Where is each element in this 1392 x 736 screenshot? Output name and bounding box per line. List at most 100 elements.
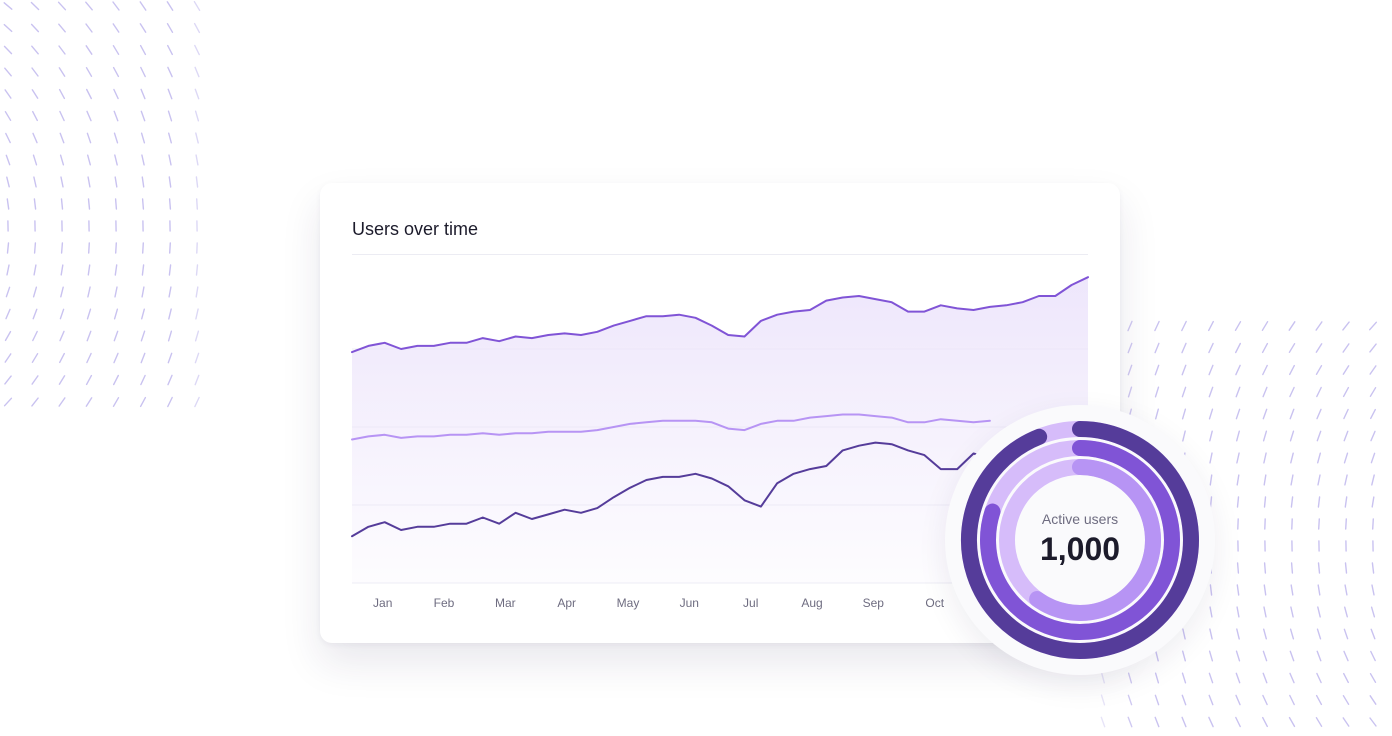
pattern-dash [1370, 452, 1376, 464]
pattern-dash [1342, 717, 1350, 727]
pattern-dash [1316, 452, 1322, 464]
pattern-dash [1316, 628, 1322, 640]
pattern-dash [1317, 518, 1321, 530]
pattern-dash [1344, 474, 1348, 486]
pattern-dash [1369, 321, 1377, 331]
pattern-dash [194, 88, 200, 100]
pattern-dash [1289, 628, 1295, 640]
pattern-dash [195, 286, 199, 298]
pattern-dash [60, 264, 64, 276]
pattern-dash [1181, 386, 1187, 398]
pattern-dash [113, 352, 119, 364]
pattern-dash [1344, 584, 1348, 596]
x-tick-label: Aug [801, 596, 822, 610]
pattern-dash [1342, 343, 1350, 353]
pattern-dash [1235, 694, 1241, 706]
pattern-dash [1262, 672, 1268, 684]
pattern-dash [1315, 343, 1323, 353]
pattern-dash [1316, 430, 1322, 442]
pattern-dash [85, 45, 93, 55]
pattern-dash [1235, 672, 1241, 684]
pattern-dash [141, 286, 145, 298]
pattern-dash [1371, 562, 1375, 574]
pattern-dash [4, 330, 12, 342]
pattern-dash [1343, 452, 1349, 464]
pattern-dash [87, 176, 91, 188]
pattern-dash [1316, 408, 1322, 420]
pattern-dash [1235, 364, 1241, 376]
pattern-dash [1343, 606, 1349, 618]
pattern-dash [86, 132, 92, 144]
pattern-dash [1344, 496, 1348, 508]
pattern-dash [1343, 650, 1349, 662]
pattern-dash [1369, 343, 1377, 353]
pattern-dash [31, 89, 39, 99]
pattern-dash [113, 308, 119, 320]
pattern-dash [1261, 716, 1269, 728]
pattern-dash [6, 264, 10, 276]
pattern-dash [1208, 694, 1214, 706]
pattern-dash [114, 154, 118, 166]
x-tick-label: Jan [373, 596, 392, 610]
pattern-dash [193, 22, 201, 34]
pattern-dash [58, 67, 66, 77]
pattern-dash [193, 1, 201, 12]
pattern-dash [140, 110, 146, 122]
pattern-dash [1181, 320, 1187, 332]
pattern-dash [1344, 562, 1348, 574]
pattern-dash [166, 23, 174, 33]
pattern-dash [167, 330, 173, 342]
pattern-dash [140, 308, 146, 320]
pattern-dash [1315, 365, 1323, 375]
pattern-dash [31, 67, 39, 77]
pattern-dash [3, 397, 13, 407]
pattern-dash [4, 353, 12, 363]
pattern-dash [1236, 606, 1240, 618]
pattern-dash [1289, 408, 1295, 420]
pattern-dash [31, 45, 39, 55]
pattern-dash [1181, 694, 1187, 706]
pattern-dash [140, 330, 146, 342]
pattern-dash [1208, 342, 1214, 354]
pattern-dash [58, 88, 66, 100]
pattern-dash [60, 198, 64, 210]
pattern-dash [1369, 695, 1377, 705]
pattern-dash [1262, 628, 1268, 640]
pattern-dash [3, 2, 13, 10]
pattern-dash [1343, 430, 1349, 442]
pattern-dash [168, 154, 172, 166]
pattern-dash [86, 352, 92, 364]
pattern-dash [57, 1, 67, 11]
pattern-dash [141, 176, 145, 188]
pattern-dash [1127, 364, 1133, 376]
pattern-dash [141, 264, 145, 276]
x-tick-label: Jun [680, 596, 699, 610]
pattern-dash [194, 66, 200, 78]
x-tick-label: May [617, 596, 640, 610]
pattern-dash [1316, 386, 1322, 398]
pattern-dash [167, 396, 173, 408]
pattern-dash [1127, 716, 1133, 728]
x-tick-label: Oct [925, 596, 944, 610]
pattern-dash [1369, 365, 1377, 375]
pattern-dash [5, 132, 11, 144]
pattern-dash [112, 23, 120, 33]
pattern-dash [1342, 386, 1350, 398]
pattern-dash [1262, 408, 1268, 420]
title-divider [352, 254, 1088, 255]
pattern-dash [1263, 452, 1267, 464]
pattern-dash [195, 308, 199, 320]
decorative-dash-pattern-left [3, 1, 201, 408]
pattern-dash [1235, 386, 1241, 398]
pattern-dash [1127, 694, 1133, 706]
pattern-dash [60, 286, 64, 298]
pattern-dash [1288, 716, 1296, 728]
pattern-dash [1315, 321, 1323, 331]
pattern-dash [31, 375, 39, 385]
pattern-dash [1342, 365, 1350, 375]
pattern-dash [167, 88, 173, 100]
pattern-dash [195, 154, 199, 166]
pattern-dash [1370, 430, 1376, 442]
pattern-dash [140, 66, 146, 78]
pattern-dash [31, 397, 39, 407]
